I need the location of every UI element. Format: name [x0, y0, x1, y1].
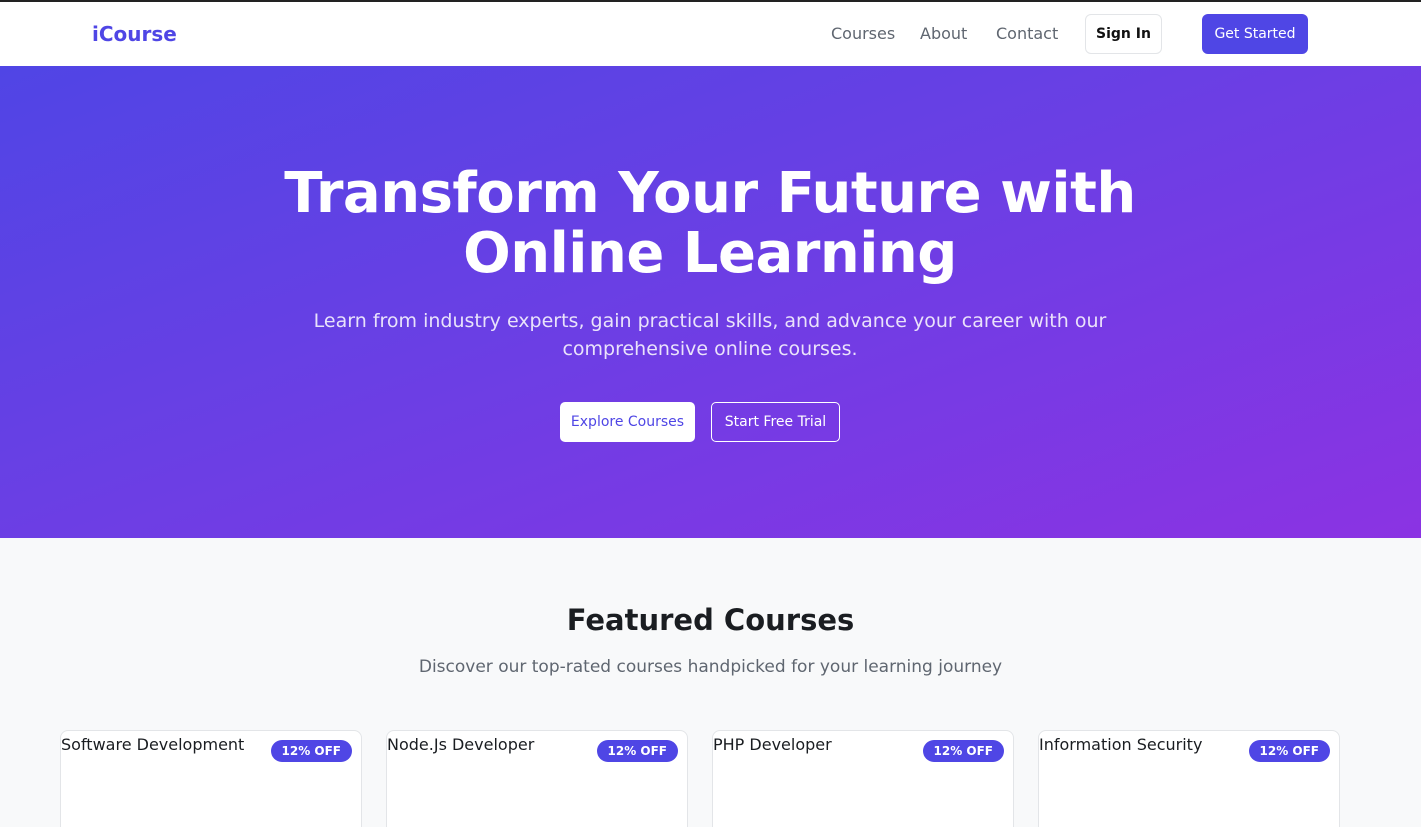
course-title: PHP Developer [713, 735, 832, 754]
hero-title: Transform Your Future with Online Learni… [284, 161, 1136, 286]
sign-in-button[interactable]: Sign In [1085, 14, 1162, 54]
navbar: iCourse Courses About Contact Sign In Ge… [0, 2, 1421, 66]
course-title: Node.Js Developer [387, 735, 535, 754]
brand-logo[interactable]: iCourse [92, 22, 177, 46]
course-card[interactable]: Software Development 12% OFF [60, 730, 362, 827]
course-card[interactable]: Node.Js Developer 12% OFF [386, 730, 688, 827]
explore-courses-button[interactable]: Explore Courses [560, 402, 695, 442]
discount-badge: 12% OFF [270, 740, 352, 762]
course-card[interactable]: Information Security 12% OFF [1038, 730, 1340, 827]
get-started-button[interactable]: Get Started [1202, 14, 1308, 54]
nav-link-contact[interactable]: Contact [996, 24, 1058, 43]
hero-section: Transform Your Future with Online Learni… [0, 66, 1421, 538]
start-free-trial-button[interactable]: Start Free Trial [711, 402, 840, 442]
discount-badge: 12% OFF [922, 740, 1004, 762]
course-title: Software Development [61, 735, 245, 754]
featured-courses-subtitle: Discover our top-rated courses handpicke… [418, 657, 1003, 677]
course-card[interactable]: PHP Developer 12% OFF [712, 730, 1014, 827]
discount-badge: 12% OFF [1248, 740, 1330, 762]
hero-subtitle: Learn from industry experts, gain practi… [313, 310, 1107, 360]
nav-link-courses[interactable]: Courses [831, 24, 895, 43]
nav-link-about[interactable]: About [920, 24, 967, 43]
featured-courses-title: Featured Courses [566, 603, 855, 637]
discount-badge: 12% OFF [596, 740, 678, 762]
course-title: Information Security [1039, 735, 1203, 754]
